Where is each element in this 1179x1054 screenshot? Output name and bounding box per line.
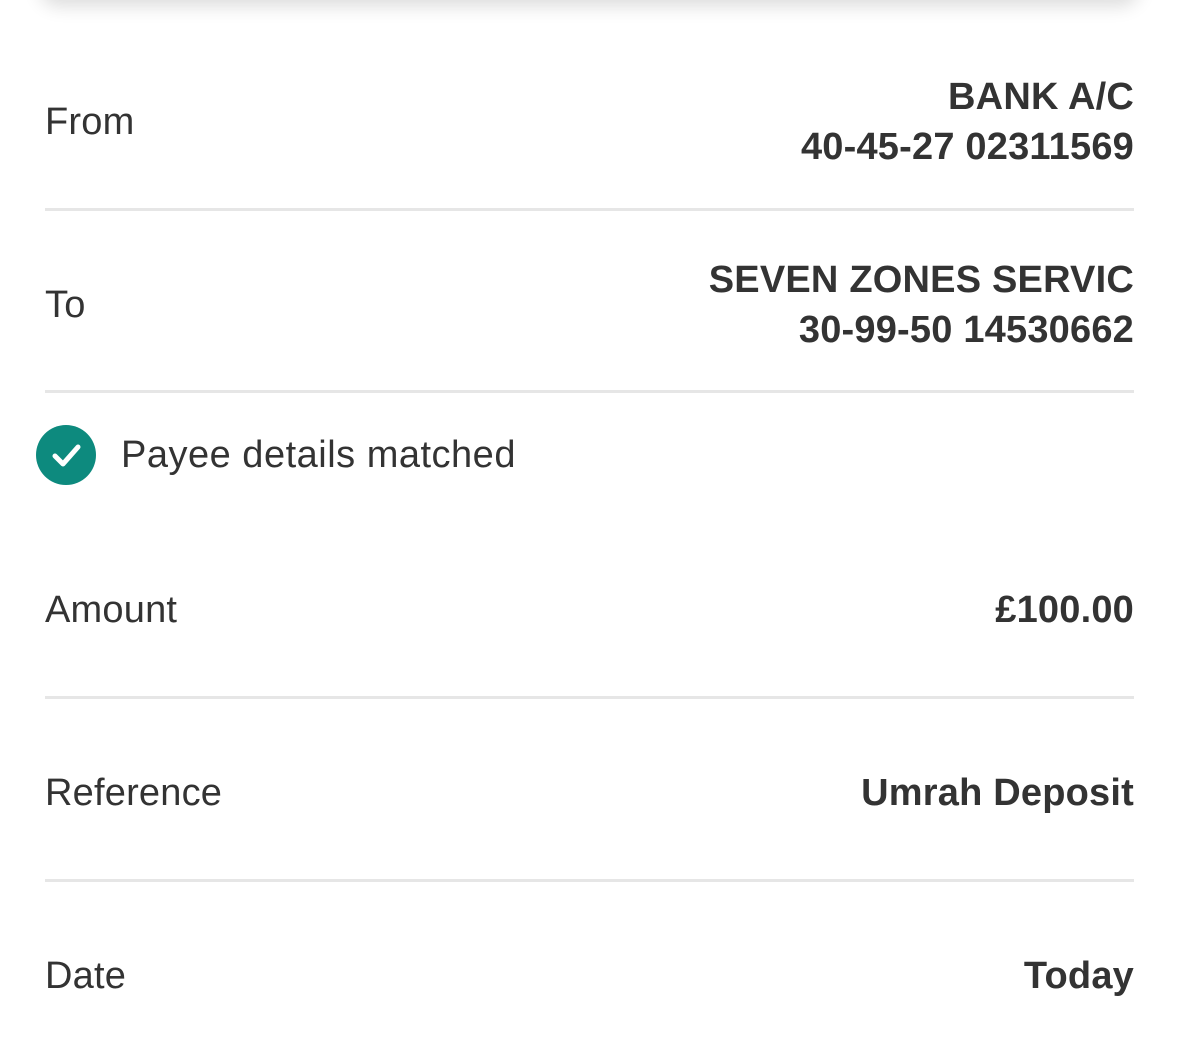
to-value: SEVEN ZONES SERVIC 30-99-50 14530662 <box>709 255 1134 355</box>
from-value: BANK A/C 40-45-27 02311569 <box>801 72 1134 172</box>
date-row: Date Today <box>45 946 1134 1006</box>
amount-label: Amount <box>45 588 178 631</box>
to-row: To SEVEN ZONES SERVIC 30-99-50 14530662 <box>45 253 1134 357</box>
divider <box>45 390 1134 393</box>
reference-label: Reference <box>45 771 223 814</box>
to-label: To <box>45 283 86 326</box>
from-account-name: BANK A/C <box>948 76 1134 118</box>
from-account-details: 40-45-27 02311569 <box>800 126 1134 168</box>
amount-value: £100.00 <box>995 589 1134 631</box>
to-payee-name: SEVEN ZONES SERVIC <box>708 259 1134 301</box>
reference-value: Umrah Deposit <box>861 772 1134 814</box>
date-label: Date <box>45 954 127 997</box>
reference-row: Reference Umrah Deposit <box>45 763 1134 823</box>
date-value: Today <box>1023 955 1134 997</box>
amount-row: Amount £100.00 <box>45 580 1134 640</box>
to-payee-details: 30-99-50 14530662 <box>798 309 1134 351</box>
divider <box>45 696 1134 699</box>
from-label: From <box>45 100 135 143</box>
payee-match-text: Payee details matched <box>121 433 516 476</box>
check-circle-icon <box>36 425 96 485</box>
divider <box>45 879 1134 882</box>
payee-match-status: Payee details matched <box>36 425 516 485</box>
divider <box>45 208 1134 211</box>
from-row: From BANK A/C 40-45-27 02311569 <box>45 70 1134 174</box>
